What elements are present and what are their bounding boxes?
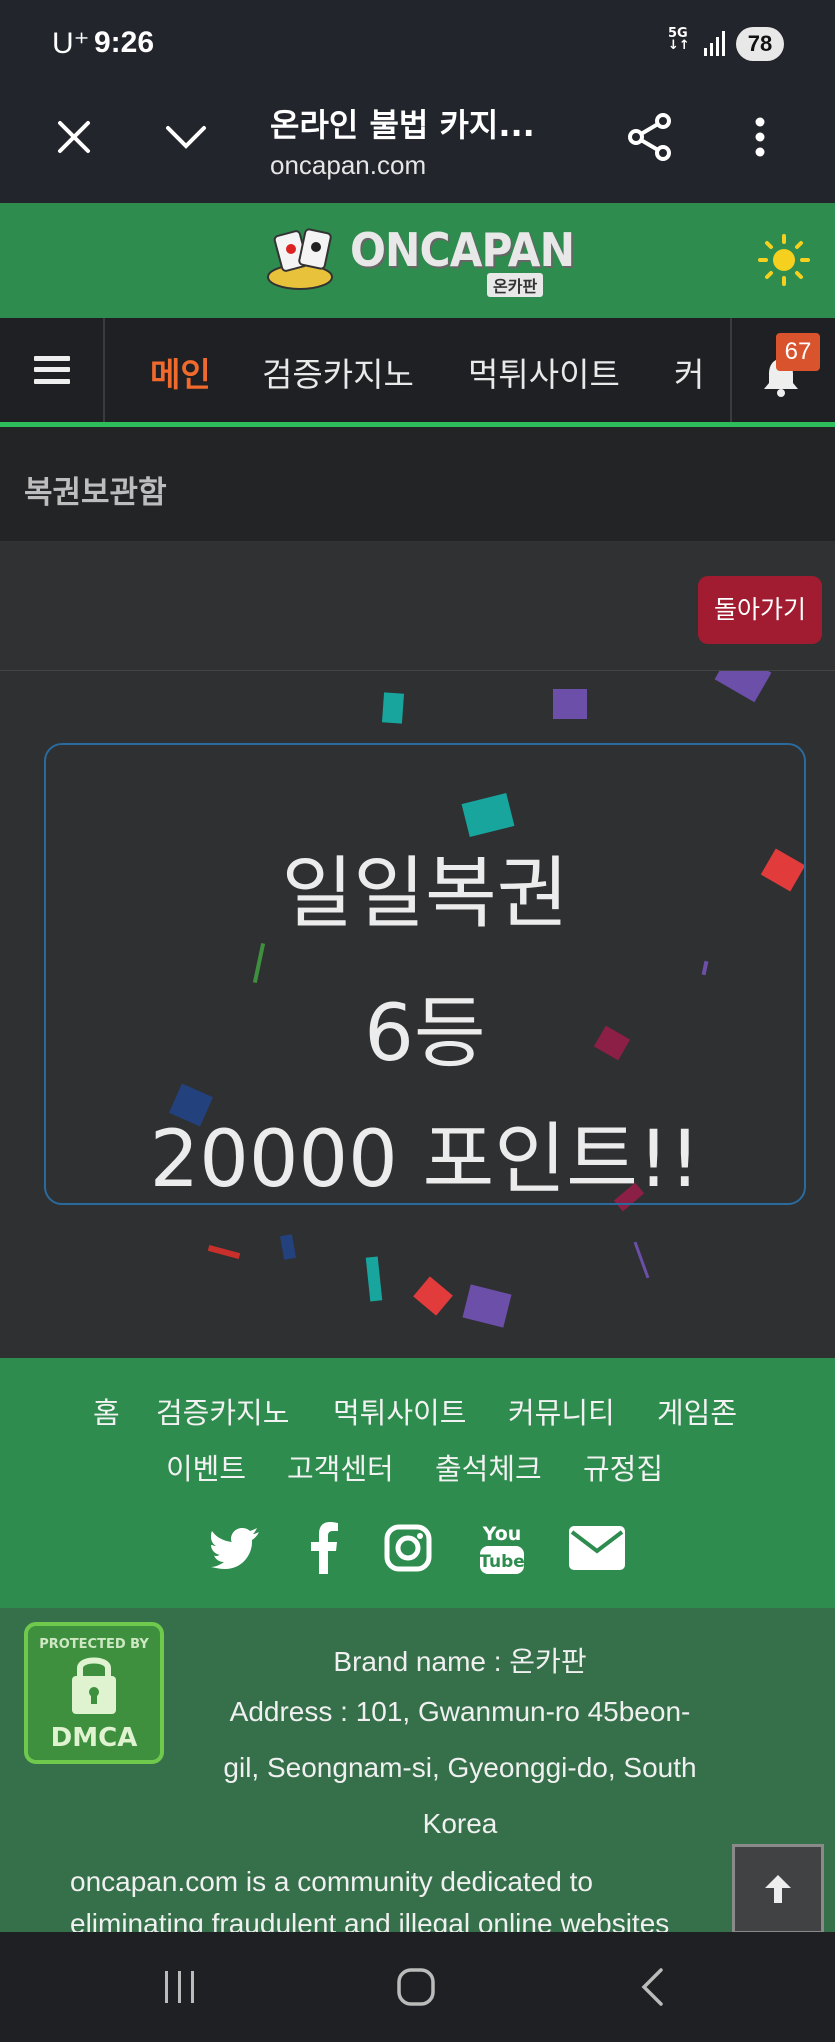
logo-text[interactable]: ONCAPAN xyxy=(350,223,575,277)
dmca-lock-icon: PROTECTED BY DMCA xyxy=(39,1637,149,1753)
footer-info: PROTECTED BY DMCA Brand name : 온카판 Addre… xyxy=(0,1608,835,1939)
main-nav: 메인 검증카지노 먹튀사이트 커 67 xyxy=(0,318,835,427)
footer-link-support[interactable]: 고객센터 xyxy=(287,1446,394,1488)
confetti-piece xyxy=(633,1241,650,1279)
nav-item-verified-casino[interactable]: 검증카지노 xyxy=(262,348,414,396)
prize-rank: 6등 xyxy=(364,989,486,1079)
footer-link-verified-casino[interactable]: 검증카지노 xyxy=(156,1390,289,1432)
footer-links-row-1: 홈 검증카지노 먹튀사이트 커뮤니티 게임존 xyxy=(0,1390,835,1430)
svg-text:Tube: Tube xyxy=(479,1552,525,1572)
instagram-link[interactable] xyxy=(380,1518,436,1578)
nav-item-main[interactable]: 메인 xyxy=(150,348,211,396)
section-title: 복권보관함 xyxy=(24,475,167,511)
back-nav-button[interactable] xyxy=(622,1962,682,2012)
scroll-to-top-button[interactable] xyxy=(732,1844,824,1934)
minimize-button[interactable] xyxy=(156,107,216,167)
notification-count-badge: 67 xyxy=(776,333,820,371)
signal-icon xyxy=(704,31,725,56)
twitter-link[interactable] xyxy=(208,1518,264,1578)
confetti-piece xyxy=(553,689,587,719)
network-5g-icon: 5G ↓↑ xyxy=(668,26,690,53)
mail-icon xyxy=(569,1526,625,1570)
confetti-piece xyxy=(714,671,772,703)
confetti-piece xyxy=(462,1284,512,1328)
system-nav-bar xyxy=(0,1932,835,2042)
youtube-icon: You Tube xyxy=(479,1523,525,1574)
share-icon xyxy=(628,113,671,161)
sun-icon xyxy=(758,234,810,286)
nav-item-scam-sites[interactable]: 먹튀사이트 xyxy=(468,348,620,396)
home-button[interactable] xyxy=(386,1962,446,2012)
recent-apps-icon xyxy=(165,1971,194,2003)
confetti-piece xyxy=(365,1256,383,1302)
clock: 9:26 xyxy=(94,26,155,59)
confetti-piece xyxy=(280,1234,296,1260)
svg-text:You: You xyxy=(482,1523,522,1545)
twitter-icon xyxy=(211,1528,259,1569)
battery-indicator: 78 xyxy=(736,27,784,61)
footer-nav: 홈 검증카지노 먹튀사이트 커뮤니티 게임존 이벤트 고객센터 출석체크 규정집… xyxy=(0,1358,835,1608)
carrier-label: U⁺ xyxy=(52,27,90,60)
close-tab-button[interactable] xyxy=(44,107,104,167)
browser-toolbar: 온라인 불법 카지... oncapan.com xyxy=(0,76,835,203)
theme-toggle-button[interactable] xyxy=(758,234,810,286)
hamburger-icon xyxy=(33,356,70,384)
close-icon xyxy=(58,121,90,153)
confetti-piece xyxy=(381,692,405,724)
arrow-up-icon xyxy=(765,1875,791,1903)
back-arrow-icon xyxy=(641,1968,663,2006)
status-bar: U⁺ 9:26 5G ↓↑ 78 xyxy=(0,0,835,76)
youtube-link[interactable]: You Tube xyxy=(474,1518,530,1578)
logo-chips-icon[interactable] xyxy=(264,227,344,293)
footer-link-events[interactable]: 이벤트 xyxy=(166,1446,246,1488)
result-box: 일일복권 6등 20000 포인트!! xyxy=(44,743,806,1205)
notification-button[interactable]: 67 xyxy=(730,318,835,422)
footer-link-home[interactable]: 홈 xyxy=(93,1390,120,1432)
lottery-name: 일일복권 xyxy=(281,849,569,939)
footer-link-rules[interactable]: 규정집 xyxy=(583,1446,663,1488)
svg-text:DMCA: DMCA xyxy=(51,1723,138,1753)
page-title: 온라인 불법 카지... xyxy=(270,106,535,144)
menu-button[interactable] xyxy=(0,318,105,422)
footer-link-game-zone[interactable]: 게임존 xyxy=(657,1390,737,1432)
dmca-badge[interactable]: PROTECTED BY DMCA xyxy=(24,1622,164,1764)
email-link[interactable] xyxy=(566,1518,628,1578)
back-button[interactable]: 돌아가기 xyxy=(698,576,822,644)
recent-apps-button[interactable] xyxy=(150,1962,210,2012)
confetti-piece xyxy=(207,1244,241,1260)
nav-item-community[interactable]: 커 xyxy=(674,348,704,396)
footer-link-scam-sites[interactable]: 먹튀사이트 xyxy=(333,1390,466,1432)
footer-link-community[interactable]: 커뮤니티 xyxy=(508,1390,615,1432)
more-options-button[interactable] xyxy=(730,107,790,167)
chevron-down-icon xyxy=(166,126,206,149)
svg-text:PROTECTED BY: PROTECTED BY xyxy=(39,1637,149,1652)
site-description-line-1: oncapan.com is a community dedicated to xyxy=(70,1866,593,1897)
facebook-link[interactable] xyxy=(304,1518,344,1578)
address-line-1: Address : 101, Gwanmun-ro 45beon- xyxy=(229,1696,691,1727)
lottery-result-panel: 일일복권 6등 20000 포인트!! xyxy=(0,670,835,1360)
brand-name: Brand name : 온카판 xyxy=(333,1646,587,1677)
facebook-icon xyxy=(311,1522,338,1574)
section-header: 복권보관함 xyxy=(0,427,835,541)
more-vertical-icon xyxy=(755,117,765,157)
site-header: ONCAPAN 온카판 xyxy=(0,203,835,318)
home-icon xyxy=(397,1968,435,2006)
action-row: 돌아가기 xyxy=(0,541,835,670)
page-url[interactable]: oncapan.com xyxy=(270,150,426,181)
confetti-piece xyxy=(413,1276,453,1316)
prize-points: 20000 포인트!! xyxy=(149,1115,701,1205)
logo-subtext: 온카판 xyxy=(487,273,544,297)
footer-links-row-2: 이벤트 고객센터 출석체크 규정집 xyxy=(0,1446,835,1486)
address-line-3: Korea xyxy=(422,1808,498,1839)
footer-link-attendance[interactable]: 출석체크 xyxy=(435,1446,542,1488)
share-button[interactable] xyxy=(620,107,680,167)
instagram-icon xyxy=(384,1524,432,1572)
address-line-2: gil, Seongnam-si, Gyeonggi-do, South xyxy=(223,1752,697,1783)
